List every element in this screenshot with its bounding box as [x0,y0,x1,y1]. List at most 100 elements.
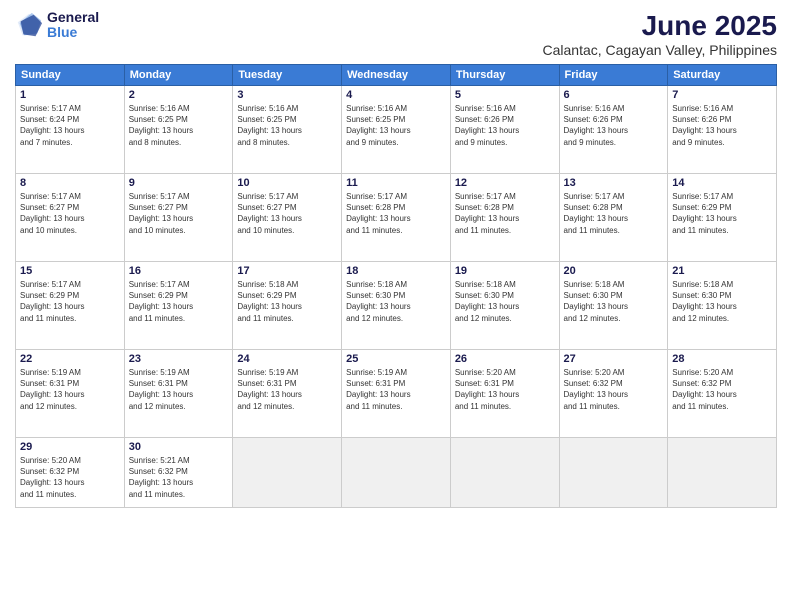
day-number: 9 [129,177,229,189]
day-number: 10 [237,177,337,189]
calendar-cell: 7 Sunrise: 5:16 AM Sunset: 6:26 PM Daylig… [668,86,777,174]
day-number: 29 [20,441,120,453]
day-info: Sunrise: 5:17 AM Sunset: 6:29 PM Dayligh… [20,279,120,324]
day-number: 14 [672,177,772,189]
calendar-cell: 5 Sunrise: 5:16 AM Sunset: 6:26 PM Daylig… [450,86,559,174]
day-info: Sunrise: 5:20 AM Sunset: 6:32 PM Dayligh… [672,367,772,412]
calendar-cell: 3 Sunrise: 5:16 AM Sunset: 6:25 PM Daylig… [233,86,342,174]
day-info: Sunrise: 5:17 AM Sunset: 6:28 PM Dayligh… [564,191,664,236]
day-number: 15 [20,265,120,277]
day-number: 4 [346,89,446,101]
calendar-cell: 18 Sunrise: 5:18 AM Sunset: 6:30 PM Dayli… [342,262,451,350]
weekday-header-friday: Friday [559,65,668,86]
calendar-cell [668,438,777,508]
day-number: 13 [564,177,664,189]
calendar-cell: 6 Sunrise: 5:16 AM Sunset: 6:26 PM Daylig… [559,86,668,174]
day-number: 17 [237,265,337,277]
day-info: Sunrise: 5:19 AM Sunset: 6:31 PM Dayligh… [129,367,229,412]
calendar-cell: 1Sunrise: 5:17 AM Sunset: 6:24 PM Daylig… [16,86,125,174]
day-info: Sunrise: 5:17 AM Sunset: 6:27 PM Dayligh… [129,191,229,236]
calendar-cell: 17 Sunrise: 5:18 AM Sunset: 6:29 PM Dayli… [233,262,342,350]
weekday-header-monday: Monday [124,65,233,86]
logo: General Blue [15,10,99,41]
weekday-header-tuesday: Tuesday [233,65,342,86]
day-number: 5 [455,89,555,101]
day-info: Sunrise: 5:17 AM Sunset: 6:28 PM Dayligh… [346,191,446,236]
day-info: Sunrise: 5:21 AM Sunset: 6:32 PM Dayligh… [129,455,229,500]
calendar-cell: 28 Sunrise: 5:20 AM Sunset: 6:32 PM Dayli… [668,350,777,438]
weekday-header-sunday: Sunday [16,65,125,86]
calendar-cell: 16Sunrise: 5:17 AM Sunset: 6:29 PM Dayli… [124,262,233,350]
day-info: Sunrise: 5:19 AM Sunset: 6:31 PM Dayligh… [237,367,337,412]
day-info: Sunrise: 5:17 AM Sunset: 6:27 PM Dayligh… [20,191,120,236]
calendar-cell: 25 Sunrise: 5:19 AM Sunset: 6:31 PM Dayli… [342,350,451,438]
calendar-cell: 15 Sunrise: 5:17 AM Sunset: 6:29 PM Dayli… [16,262,125,350]
day-number: 8 [20,177,120,189]
calendar-cell [450,438,559,508]
weekday-header-wednesday: Wednesday [342,65,451,86]
day-info: Sunrise: 5:18 AM Sunset: 6:30 PM Dayligh… [455,279,555,324]
calendar-cell: 2 Sunrise: 5:16 AM Sunset: 6:25 PM Daylig… [124,86,233,174]
calendar-cell: 12Sunrise: 5:17 AM Sunset: 6:28 PM Dayli… [450,174,559,262]
logo-icon [15,11,43,39]
calendar-cell: 26 Sunrise: 5:20 AM Sunset: 6:31 PM Dayli… [450,350,559,438]
day-number: 18 [346,265,446,277]
calendar-cell [233,438,342,508]
day-number: 28 [672,353,772,365]
day-info: Sunrise: 5:16 AM Sunset: 6:26 PM Dayligh… [564,103,664,148]
day-number: 22 [20,353,120,365]
day-number: 6 [564,89,664,101]
calendar-cell: 20 Sunrise: 5:18 AM Sunset: 6:30 PM Dayli… [559,262,668,350]
day-info: Sunrise: 5:18 AM Sunset: 6:30 PM Dayligh… [346,279,446,324]
day-number: 19 [455,265,555,277]
calendar-cell: 8 Sunrise: 5:17 AM Sunset: 6:27 PM Daylig… [16,174,125,262]
day-number: 1 [20,89,120,101]
day-number: 21 [672,265,772,277]
day-info: Sunrise: 5:20 AM Sunset: 6:31 PM Dayligh… [455,367,555,412]
calendar-cell: 27Sunrise: 5:20 AM Sunset: 6:32 PM Dayli… [559,350,668,438]
day-number: 26 [455,353,555,365]
page: General Blue June 2025 Calantac, Cagayan… [0,0,792,612]
calendar-cell: 22 Sunrise: 5:19 AM Sunset: 6:31 PM Dayli… [16,350,125,438]
day-number: 30 [129,441,229,453]
day-info: Sunrise: 5:17 AM Sunset: 6:29 PM Dayligh… [672,191,772,236]
calendar-cell: 29 Sunrise: 5:20 AM Sunset: 6:32 PM Dayli… [16,438,125,508]
calendar-cell: 21 Sunrise: 5:18 AM Sunset: 6:30 PM Dayli… [668,262,777,350]
logo-general: General [47,9,99,25]
day-number: 20 [564,265,664,277]
day-number: 3 [237,89,337,101]
day-number: 16 [129,265,229,277]
day-info: Sunrise: 5:16 AM Sunset: 6:26 PM Dayligh… [455,103,555,148]
day-number: 7 [672,89,772,101]
calendar-cell: 23 Sunrise: 5:19 AM Sunset: 6:31 PM Dayli… [124,350,233,438]
day-number: 23 [129,353,229,365]
calendar-cell: 4 Sunrise: 5:16 AM Sunset: 6:25 PM Daylig… [342,86,451,174]
main-title: June 2025 [542,10,777,42]
header: General Blue June 2025 Calantac, Cagayan… [15,10,777,58]
calendar: SundayMondayTuesdayWednesdayThursdayFrid… [15,64,777,508]
calendar-cell: 24 Sunrise: 5:19 AM Sunset: 6:31 PM Dayli… [233,350,342,438]
day-info: Sunrise: 5:16 AM Sunset: 6:25 PM Dayligh… [237,103,337,148]
day-info: Sunrise: 5:16 AM Sunset: 6:25 PM Dayligh… [346,103,446,148]
day-info: Sunrise: 5:18 AM Sunset: 6:29 PM Dayligh… [237,279,337,324]
day-info: Sunrise: 5:16 AM Sunset: 6:26 PM Dayligh… [672,103,772,148]
day-info: Sunrise: 5:18 AM Sunset: 6:30 PM Dayligh… [564,279,664,324]
logo-text: General Blue [47,10,99,41]
day-number: 27 [564,353,664,365]
day-number: 11 [346,177,446,189]
calendar-cell: 13 Sunrise: 5:17 AM Sunset: 6:28 PM Dayli… [559,174,668,262]
day-info: Sunrise: 5:20 AM Sunset: 6:32 PM Dayligh… [20,455,120,500]
day-info: Sunrise: 5:19 AM Sunset: 6:31 PM Dayligh… [20,367,120,412]
calendar-cell: 14 Sunrise: 5:17 AM Sunset: 6:29 PM Dayli… [668,174,777,262]
calendar-cell: 9 Sunrise: 5:17 AM Sunset: 6:27 PM Daylig… [124,174,233,262]
logo-blue: Blue [47,24,77,40]
day-number: 2 [129,89,229,101]
day-info: Sunrise: 5:18 AM Sunset: 6:30 PM Dayligh… [672,279,772,324]
day-info: Sunrise: 5:19 AM Sunset: 6:31 PM Dayligh… [346,367,446,412]
day-number: 24 [237,353,337,365]
day-number: 25 [346,353,446,365]
calendar-cell: 10 Sunrise: 5:17 AM Sunset: 6:27 PM Dayli… [233,174,342,262]
day-info: Sunrise: 5:16 AM Sunset: 6:25 PM Dayligh… [129,103,229,148]
day-info: Sunrise: 5:17 AM Sunset: 6:27 PM Dayligh… [237,191,337,236]
calendar-cell [559,438,668,508]
